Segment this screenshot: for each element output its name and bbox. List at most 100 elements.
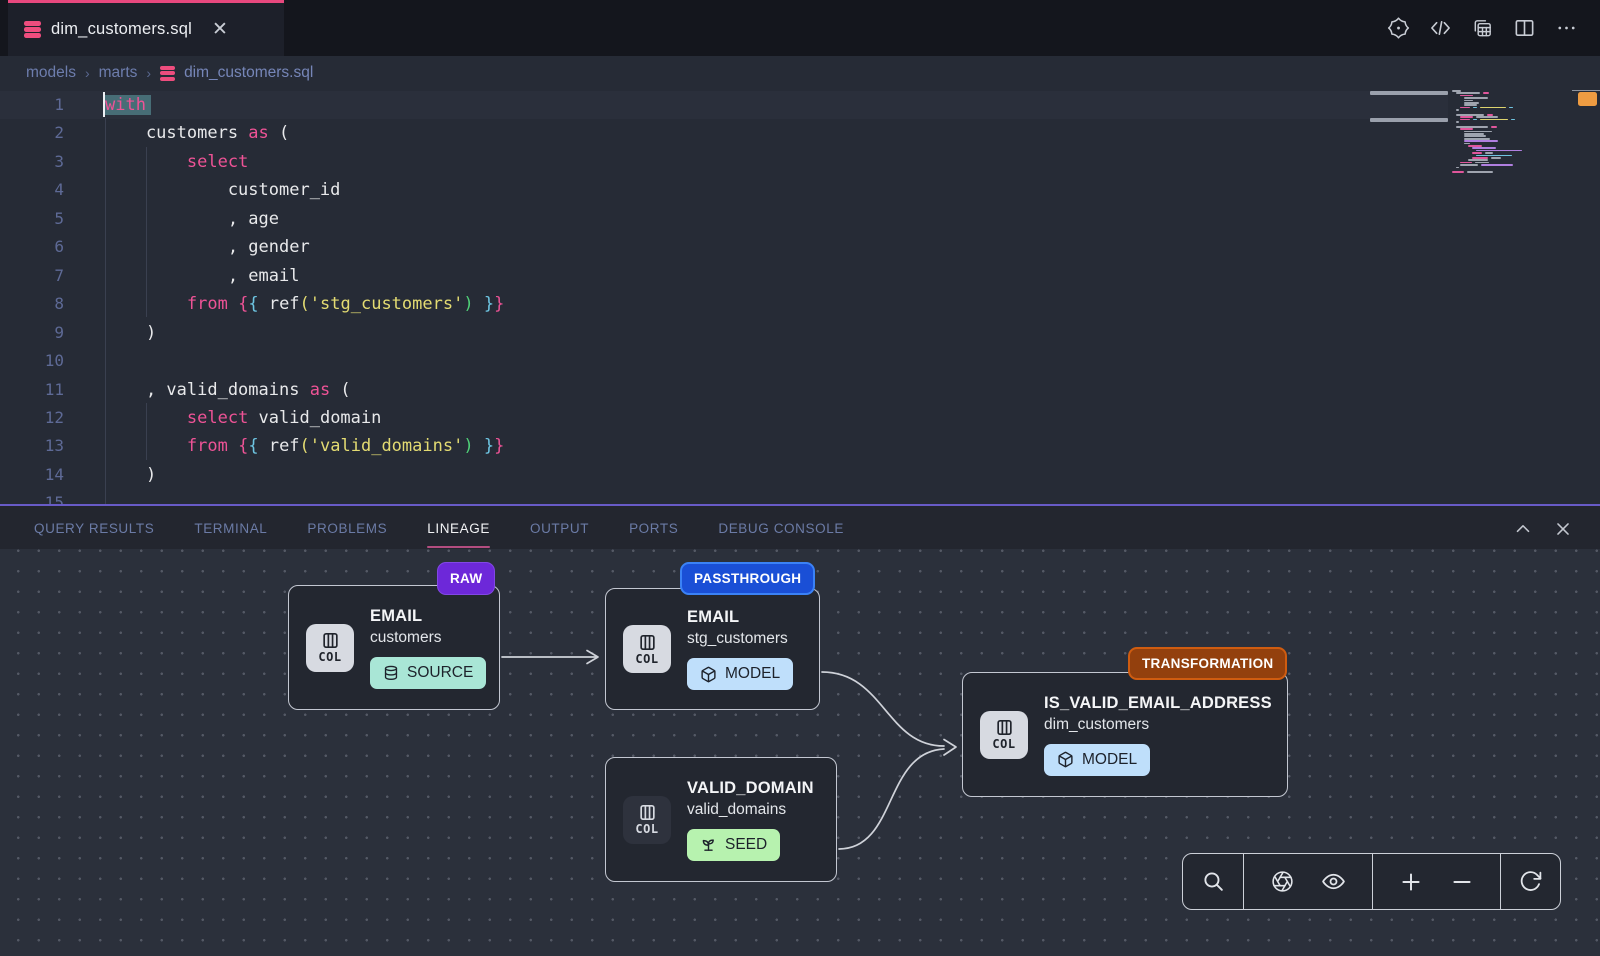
columns-icon — [321, 631, 340, 650]
code-icon[interactable] — [1429, 17, 1452, 40]
plus-icon[interactable] — [1398, 869, 1424, 895]
code-editor[interactable]: 1with2 customers as (3 select4 customer_… — [0, 90, 1600, 504]
code-text: select — [105, 148, 248, 176]
breadcrumb-item[interactable]: dim_customers.sql — [184, 64, 313, 82]
code-line-10[interactable]: 10 — [0, 347, 1448, 375]
node-column-name: VALID_DOMAIN — [687, 779, 814, 798]
column-icon: COL — [623, 796, 671, 844]
cube-icon — [700, 666, 717, 683]
code-line-8[interactable]: 8 from {{ ref('stg_customers') }} — [0, 290, 1448, 318]
panel-tab-ports[interactable]: PORTS — [629, 506, 678, 551]
columns-icon — [638, 633, 657, 652]
overview-ruler-marker — [1578, 92, 1597, 106]
code-text: from {{ ref('valid_domains') }} — [105, 432, 504, 460]
panel-tab-problems[interactable]: PROBLEMS — [307, 506, 387, 551]
line-number: 10 — [0, 347, 64, 375]
more-icon[interactable] — [1555, 17, 1578, 40]
code-line-15[interactable]: 15 — [0, 489, 1448, 504]
overview-ruler — [1572, 90, 1600, 91]
type-badge-label: MODEL — [1082, 751, 1137, 769]
tab-close-icon[interactable]: ✕ — [212, 20, 228, 39]
line-number: 6 — [0, 233, 64, 261]
panel-tab-query-results[interactable]: QUERY RESULTS — [34, 506, 154, 551]
line-number: 12 — [0, 404, 64, 432]
type-badge-label: SOURCE — [407, 664, 473, 682]
indent-guide — [146, 147, 147, 317]
dbt-icon[interactable] — [1387, 17, 1410, 40]
chevron-up-icon[interactable] — [1512, 518, 1534, 540]
code-text: , valid_domains as ( — [105, 376, 351, 404]
line-number: 3 — [0, 148, 64, 176]
indent-guide — [146, 403, 147, 460]
code-text: from {{ ref('stg_customers') }} — [105, 290, 504, 318]
code-line-5[interactable]: 5 , age — [0, 205, 1448, 233]
database-file-icon — [24, 21, 41, 38]
refresh-icon[interactable] — [1517, 869, 1543, 895]
breadcrumb-item[interactable]: models — [26, 64, 76, 82]
panel-tab-debug-console[interactable]: DEBUG CONSOLE — [718, 506, 844, 551]
lineage-node-stg-customers[interactable]: COL EMAIL stg_customers MODEL — [605, 588, 820, 710]
badge-transformation: TRANSFORMATION — [1128, 647, 1287, 680]
code-line-13[interactable]: 13 from {{ ref('valid_domains') }} — [0, 432, 1448, 460]
node-column-name: EMAIL — [687, 608, 739, 627]
minimap[interactable] — [1452, 90, 1548, 174]
breadcrumb-separator: › — [146, 65, 151, 81]
line-number: 7 — [0, 262, 64, 290]
aperture-icon[interactable] — [1269, 869, 1295, 895]
node-column-name: EMAIL — [370, 607, 422, 626]
col-label: COL — [992, 737, 1015, 751]
close-icon[interactable] — [1552, 518, 1574, 540]
toolbar-group — [1373, 854, 1501, 909]
split-editor-icon[interactable] — [1513, 17, 1536, 40]
panel-tab-lineage[interactable]: LINEAGE — [427, 506, 490, 551]
code-line-9[interactable]: 9 ) — [0, 319, 1448, 347]
lineage-node-dim-customers[interactable]: COL IS_VALID_EMAIL_ADDRESS dim_customers… — [962, 672, 1288, 797]
lineage-node-valid-domains[interactable]: COL VALID_DOMAIN valid_domains SEED — [605, 757, 837, 882]
breadcrumb-item[interactable]: marts — [99, 64, 138, 82]
node-model-name: dim_customers — [1044, 716, 1149, 734]
line-number: 1 — [0, 91, 64, 119]
indent-guide — [105, 118, 106, 504]
minus-icon[interactable] — [1449, 869, 1475, 895]
line-number: 9 — [0, 319, 64, 347]
badge-raw: RAW — [437, 562, 495, 595]
col-label: COL — [635, 652, 658, 666]
lineage-toolbar — [1182, 853, 1561, 910]
code-line-2[interactable]: 2 customers as ( — [0, 119, 1448, 147]
lineage-canvas[interactable]: RAW PASSTHROUGH TRANSFORMATION COL EMAIL… — [0, 549, 1600, 956]
code-line-14[interactable]: 14 ) — [0, 461, 1448, 489]
toolbar-group — [1501, 854, 1559, 909]
node-model-name: customers — [370, 629, 442, 647]
panel-tab-output[interactable]: OUTPUT — [530, 506, 589, 551]
columns-icon — [638, 803, 657, 822]
breadcrumb-separator: › — [85, 65, 90, 81]
columns-icon — [995, 718, 1014, 737]
eye-icon[interactable] — [1321, 869, 1347, 895]
code-line-11[interactable]: 11 , valid_domains as ( — [0, 376, 1448, 404]
panel-tabs: QUERY RESULTS TERMINAL PROBLEMS LINEAGE OUTP… — [34, 506, 844, 551]
tab-dim-customers-sql[interactable]: dim_customers.sql ✕ — [8, 0, 284, 56]
code-text: ) — [105, 461, 156, 489]
copy-table-icon[interactable] — [1471, 17, 1494, 40]
badge-passthrough: PASSTHROUGH — [680, 562, 815, 595]
code-line-3[interactable]: 3 select — [0, 148, 1448, 176]
code-line-7[interactable]: 7 , email — [0, 262, 1448, 290]
panel-actions — [1512, 506, 1600, 551]
minimap-decoration — [1370, 91, 1448, 95]
tab-title: dim_customers.sql — [51, 20, 192, 39]
code-line-12[interactable]: 12 select valid_domain — [0, 404, 1448, 432]
minimap-decoration — [1370, 118, 1448, 122]
node-model-name: valid_domains — [687, 801, 786, 819]
seed-type-badge: SEED — [687, 829, 780, 861]
line-number: 8 — [0, 290, 64, 318]
search-icon[interactable] — [1200, 869, 1226, 895]
code-line-6[interactable]: 6 , gender — [0, 233, 1448, 261]
toolbar-group — [1244, 854, 1373, 909]
editor-tab-bar: dim_customers.sql ✕ — [0, 0, 1600, 56]
code-line-4[interactable]: 4 customer_id — [0, 176, 1448, 204]
code-text: customers as ( — [105, 119, 289, 147]
editor-actions — [1387, 0, 1578, 56]
panel-tab-terminal[interactable]: TERMINAL — [194, 506, 267, 551]
code-line-1[interactable]: 1with — [0, 91, 1448, 119]
lineage-node-customers[interactable]: COL EMAIL customers SOURCE — [288, 585, 500, 710]
